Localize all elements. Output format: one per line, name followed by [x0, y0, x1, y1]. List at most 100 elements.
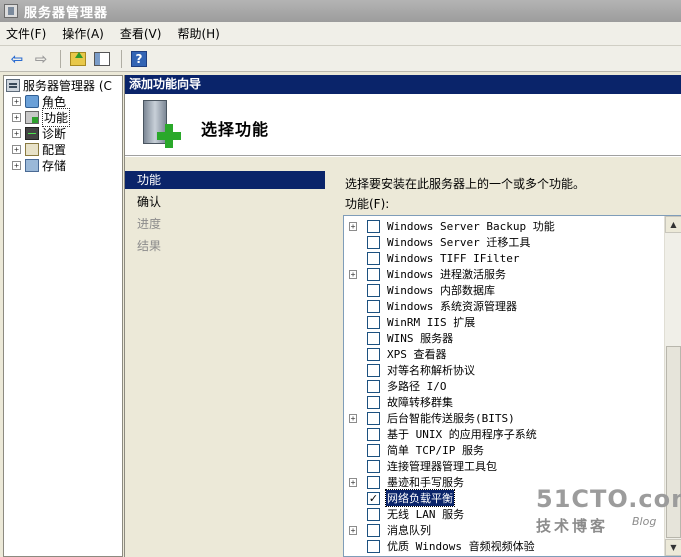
feature-checkbox[interactable] — [367, 299, 380, 313]
feature-checkbox[interactable] — [367, 363, 380, 377]
feature-row[interactable]: 连接管理器管理工具包 — [344, 458, 664, 474]
configuration-icon — [25, 142, 39, 156]
tree-item-diagnostics[interactable]: + 诊断 — [12, 125, 66, 141]
feature-row[interactable]: WinRM IIS 扩展 — [344, 314, 664, 330]
feature-row[interactable]: 故障转移群集 — [344, 394, 664, 410]
expand-icon[interactable]: + — [12, 128, 21, 138]
feature-checkbox[interactable] — [367, 427, 380, 441]
feature-label: 故障转移群集 — [387, 396, 453, 409]
roles-icon — [25, 94, 39, 108]
features-list-label: 功能(F): — [345, 197, 390, 211]
feature-label: XPS 查看器 — [387, 348, 447, 361]
scroll-up-icon[interactable]: ▲ — [665, 216, 681, 233]
menu-file[interactable]: 文件(F) — [6, 25, 46, 42]
up-level-button[interactable] — [67, 49, 89, 69]
feature-row[interactable]: WINS 服务器 — [344, 330, 664, 346]
feature-checkbox[interactable] — [367, 267, 380, 281]
instruction-text: 选择要安装在此服务器上的一个或多个功能。 — [345, 177, 586, 191]
feature-row[interactable]: 优质 Windows 音频视频体验 — [344, 538, 664, 554]
feature-row[interactable]: + 后台智能传送服务(BITS) — [344, 410, 664, 426]
tree-root[interactable]: 服务器管理器 (C — [6, 77, 112, 93]
feature-checkbox[interactable] — [367, 235, 380, 249]
feature-checkbox[interactable] — [367, 379, 380, 393]
feature-checkbox[interactable] — [367, 523, 380, 537]
feature-row[interactable]: Windows Server 迁移工具 — [344, 234, 664, 250]
watermark-blog: Blog — [632, 515, 657, 528]
feature-checkbox[interactable] — [367, 395, 380, 409]
menu-help[interactable]: 帮助(H) — [177, 25, 219, 42]
show-hide-tree-button[interactable] — [91, 49, 113, 69]
tree-item-label: 诊断 — [42, 126, 67, 141]
feature-row[interactable]: + Windows 进程激活服务 — [344, 266, 664, 282]
feature-checkbox[interactable] — [367, 539, 380, 553]
console-tree: 服务器管理器 (C + 角色 + 功能 + 诊断 + 配置 + 存储 — [3, 75, 123, 557]
feature-label: Windows Server Backup 功能 — [387, 220, 555, 233]
feature-label: 连接管理器管理工具包 — [387, 460, 497, 473]
feature-checkbox[interactable] — [367, 331, 380, 345]
server-add-feature-icon — [135, 98, 183, 152]
feature-label: Windows 内部数据库 — [387, 284, 495, 297]
feature-label: 无线 LAN 服务 — [387, 508, 465, 521]
feature-row[interactable]: + Windows Server Backup 功能 — [344, 218, 664, 234]
storage-icon — [25, 158, 39, 172]
expand-icon[interactable]: + — [349, 477, 357, 487]
features-icon — [25, 110, 39, 124]
wizard-step-results: 结果 — [137, 239, 162, 253]
expand-icon[interactable]: + — [349, 413, 357, 423]
tree-item-features[interactable]: + 功能 — [12, 107, 71, 127]
feature-checkbox[interactable] — [367, 459, 380, 473]
tree-item-configuration[interactable]: + 配置 — [12, 141, 66, 157]
feature-expand-slot: + — [349, 413, 361, 423]
feature-checkbox[interactable] — [367, 315, 380, 329]
feature-row[interactable]: Windows TIFF IFilter — [344, 250, 664, 266]
expand-icon[interactable]: + — [349, 525, 357, 535]
feature-label: 消息队列 — [387, 524, 431, 537]
feature-checkbox[interactable] — [367, 347, 380, 361]
feature-row[interactable]: 对等名称解析协议 — [344, 362, 664, 378]
toolbar-separator — [121, 49, 122, 68]
feature-row[interactable]: 简单 TCP/IP 服务 — [344, 442, 664, 458]
menu-view[interactable]: 查看(V) — [120, 25, 162, 42]
feature-expand-slot: + — [349, 477, 361, 487]
window-title: 服务器管理器 — [24, 5, 109, 21]
expand-icon[interactable]: + — [12, 112, 21, 122]
expand-icon[interactable]: + — [349, 269, 357, 279]
feature-checkbox[interactable]: ✓ — [367, 491, 380, 505]
expand-icon[interactable]: + — [12, 160, 21, 170]
feature-label: 简单 TCP/IP 服务 — [387, 444, 484, 457]
wizard-step-features[interactable]: 功能 — [125, 171, 325, 189]
site-watermark: 51CTO.com 技术博客 Blog — [536, 485, 681, 536]
expand-icon[interactable]: + — [12, 144, 21, 154]
feature-row[interactable]: XPS 查看器 — [344, 346, 664, 362]
feature-checkbox[interactable] — [367, 411, 380, 425]
tree-item-label: 存储 — [42, 158, 67, 173]
feature-row[interactable]: Windows 内部数据库 — [344, 282, 664, 298]
folder-up-icon — [70, 51, 86, 66]
scroll-down-icon[interactable]: ▼ — [665, 539, 681, 556]
back-arrow-icon[interactable]: ⇦ — [6, 49, 28, 69]
feature-expand-slot: + — [349, 221, 361, 231]
feature-checkbox[interactable] — [367, 283, 380, 297]
feature-expand-slot: + — [349, 269, 361, 279]
feature-row[interactable]: 多路径 I/O — [344, 378, 664, 394]
watermark-main: 51CTO.com — [536, 485, 681, 513]
forward-arrow-icon[interactable]: ⇨ — [30, 49, 52, 69]
menu-action[interactable]: 操作(A) — [62, 25, 104, 42]
feature-expand-slot: + — [349, 525, 361, 535]
tree-item-storage[interactable]: + 存储 — [12, 157, 66, 173]
feature-checkbox[interactable] — [367, 251, 380, 265]
feature-checkbox[interactable] — [367, 219, 380, 233]
feature-checkbox[interactable] — [367, 507, 380, 521]
help-button[interactable]: ? — [128, 49, 150, 69]
wizard-step-confirm[interactable]: 确认 — [125, 193, 325, 211]
feature-checkbox[interactable] — [367, 443, 380, 457]
help-icon: ? — [131, 50, 147, 67]
expand-icon[interactable]: + — [12, 96, 21, 106]
feature-checkbox[interactable] — [367, 475, 380, 489]
server-icon — [6, 78, 20, 92]
expand-icon[interactable]: + — [349, 221, 357, 231]
feature-label: 基于 UNIX 的应用程序子系统 — [387, 428, 537, 441]
feature-row[interactable]: Windows 系统资源管理器 — [344, 298, 664, 314]
menu-bar: 文件(F) 操作(A) 查看(V) 帮助(H) — [0, 22, 681, 46]
feature-row[interactable]: 基于 UNIX 的应用程序子系统 — [344, 426, 664, 442]
